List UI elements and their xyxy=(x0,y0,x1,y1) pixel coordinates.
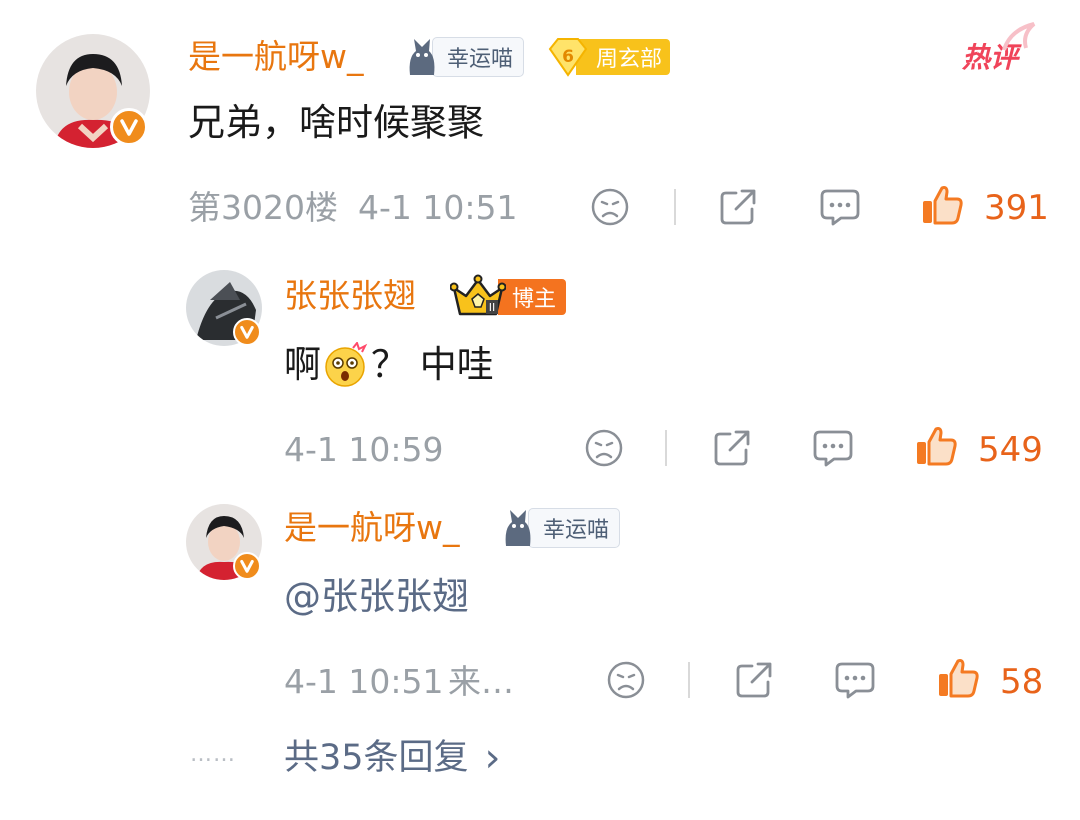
blogger-tag-label: 博主 xyxy=(498,279,567,315)
like-thumb-icon[interactable] xyxy=(936,657,980,699)
level-diamond-icon: 6 xyxy=(548,38,588,77)
more-replies-link[interactable]: 共35条回复 › xyxy=(284,736,501,780)
reply-avatar[interactable] xyxy=(186,504,262,580)
svg-text:II: II xyxy=(489,301,496,314)
reply-time: 4-1 10:59 xyxy=(284,430,444,469)
chevron-right-icon: › xyxy=(484,735,501,781)
svg-text:6: 6 xyxy=(562,47,574,67)
hot-flame-icon xyxy=(1002,22,1036,51)
cat-icon xyxy=(505,510,531,546)
reply-text: 啊 ？ 中哇 xyxy=(284,342,494,388)
reply-avatar[interactable] xyxy=(186,270,262,346)
verified-badge-icon xyxy=(110,108,148,146)
comment-time: 4-1 10:51 xyxy=(358,188,518,227)
mention-link[interactable]: @张张张翅 xyxy=(284,574,469,620)
more-replies-label: 共35条回复 xyxy=(284,738,469,778)
reply-text-part: ？ 中哇 xyxy=(371,343,494,386)
comment-text: 兄弟，啥时候聚聚 xyxy=(188,101,484,144)
divider xyxy=(688,662,690,698)
floor-number: 第3020楼 xyxy=(188,188,338,227)
avatar[interactable] xyxy=(36,34,150,148)
level-tag-label: 周玄部 xyxy=(576,39,671,75)
lucky-tag-label: 幸运喵 xyxy=(432,37,525,77)
share-icon[interactable] xyxy=(734,660,774,700)
reply-time: 4-1 10:51 xyxy=(284,662,444,701)
share-icon[interactable] xyxy=(712,428,752,468)
level-tag[interactable]: 6 周玄部 xyxy=(546,35,671,79)
verified-badge-icon xyxy=(233,318,261,346)
dislike-face-icon[interactable] xyxy=(606,660,646,700)
like-count: 391 xyxy=(984,188,1049,228)
reply-username[interactable]: 是一航呀w_ xyxy=(284,508,460,548)
crown-icon: II xyxy=(450,274,506,316)
reply-username[interactable]: 张张张翅 xyxy=(284,276,416,316)
reply-text-part: 啊 xyxy=(284,343,321,386)
lucky-cat-tag[interactable]: 幸运喵 xyxy=(404,35,525,79)
reply-source: 来… xyxy=(448,662,514,701)
shocked-emoji-icon xyxy=(325,342,368,387)
divider xyxy=(674,189,676,225)
reply-comment-icon[interactable] xyxy=(819,187,861,227)
cat-icon xyxy=(409,39,435,75)
lucky-tag-label: 幸运喵 xyxy=(528,508,621,548)
reply-comment-icon[interactable] xyxy=(812,428,854,468)
username[interactable]: 是一航呀w_ xyxy=(188,37,364,77)
lucky-cat-tag[interactable]: 幸运喵 xyxy=(500,506,621,550)
more-dots: …… xyxy=(190,742,236,767)
like-count: 58 xyxy=(1000,662,1044,702)
like-thumb-icon[interactable] xyxy=(920,184,964,226)
blogger-tag[interactable]: II 博主 xyxy=(450,274,567,320)
dislike-face-icon[interactable] xyxy=(584,428,624,468)
verified-badge-icon xyxy=(233,552,261,580)
dislike-face-icon[interactable] xyxy=(590,187,630,227)
reply-comment-icon[interactable] xyxy=(834,660,876,700)
like-thumb-icon[interactable] xyxy=(914,425,958,467)
divider xyxy=(665,430,667,466)
like-count: 549 xyxy=(978,430,1043,470)
share-icon[interactable] xyxy=(718,187,758,227)
